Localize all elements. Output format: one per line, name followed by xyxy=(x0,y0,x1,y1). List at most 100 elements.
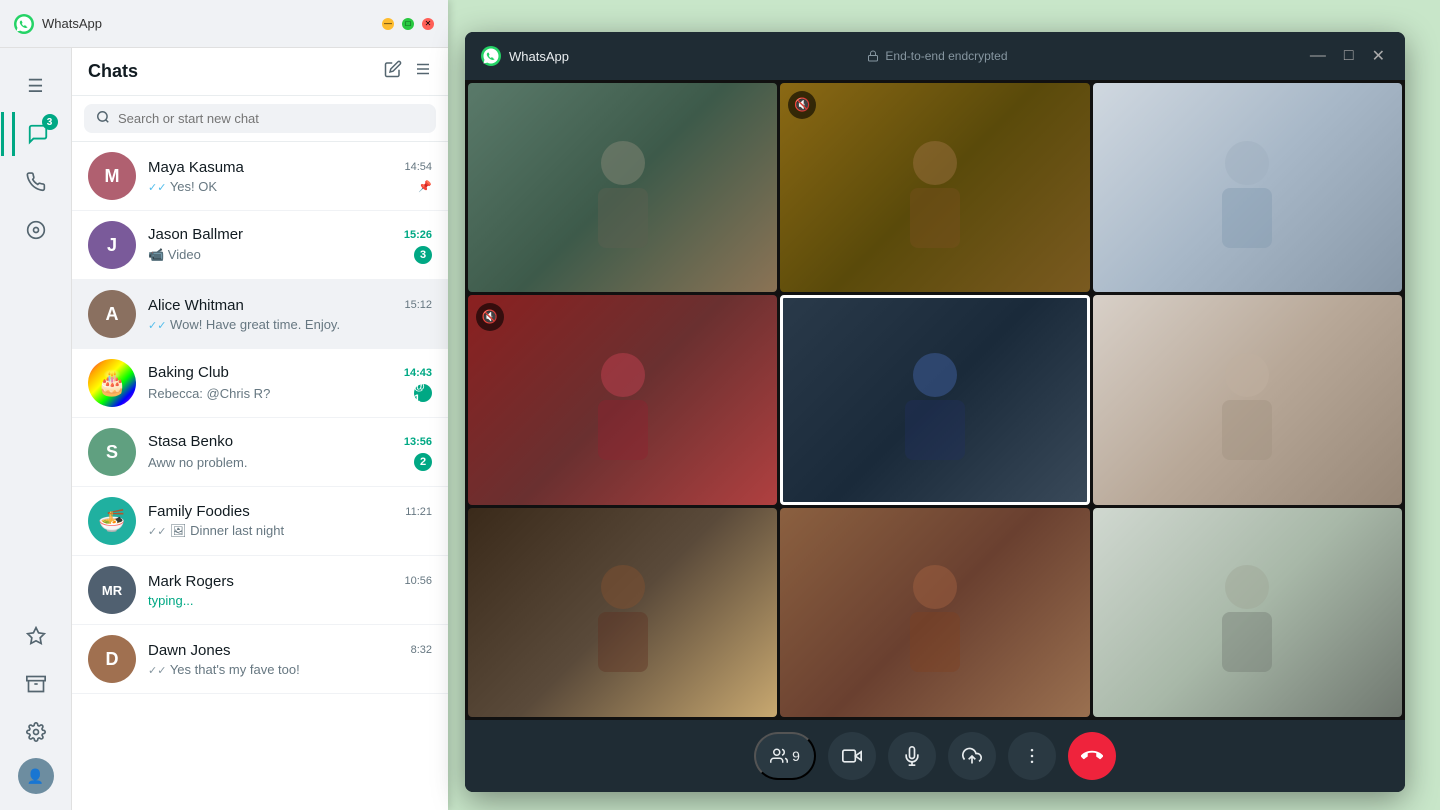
chat-item-maya[interactable]: M Maya Kasuma 14:54 ✓✓ Yes! OK 📌 xyxy=(72,142,448,211)
chat-time-maya: 14:54 xyxy=(404,161,432,173)
chat-preview-mark: typing... xyxy=(148,593,194,608)
video-cell-1 xyxy=(468,83,777,292)
window-controls: — □ ✕ xyxy=(382,18,434,30)
microphone-button[interactable] xyxy=(888,732,936,780)
chat-info-stasa: Stasa Benko 13:56 Aww no problem. 2 xyxy=(148,433,432,471)
chat-info-family: Family Foodies 11:21 ✓✓ 🖼 Dinner last ni… xyxy=(148,503,432,539)
chat-list: M Maya Kasuma 14:54 ✓✓ Yes! OK 📌 J xyxy=(72,142,448,810)
chat-item-stasa[interactable]: S Stasa Benko 13:56 Aww no problem. 2 xyxy=(72,418,448,487)
video-cell-8 xyxy=(780,508,1089,717)
search-input-wrap[interactable] xyxy=(84,104,436,133)
video-controls-bar: 9 xyxy=(465,720,1405,792)
chat-info-mark: Mark Rogers 10:56 typing... xyxy=(148,573,432,608)
chat-item-jason[interactable]: J Jason Ballmer 15:26 📹 Video 3 xyxy=(72,211,448,280)
participants-button[interactable]: 9 xyxy=(754,732,816,780)
chat-info-maya: Maya Kasuma 14:54 ✓✓ Yes! OK 📌 xyxy=(148,159,432,194)
filter-icon[interactable] xyxy=(414,60,432,83)
video-toggle-button[interactable] xyxy=(828,732,876,780)
video-grid: 🔇 🔇 xyxy=(465,80,1405,720)
chat-name-stasa: Stasa Benko xyxy=(148,433,233,450)
sidebar-item-starred[interactable] xyxy=(14,614,58,658)
chat-name-maya: Maya Kasuma xyxy=(148,159,244,176)
search-input[interactable] xyxy=(118,111,424,126)
chat-name-jason: Jason Ballmer xyxy=(148,226,243,243)
sidebar-item-chats[interactable]: 3 xyxy=(12,112,60,156)
video-cell-9 xyxy=(1093,508,1402,717)
chat-panel-header: Chats xyxy=(72,48,448,96)
chat-info-baking: Baking Club 14:43 Rebecca: @Chris R? @ 1 xyxy=(148,364,432,402)
chat-item-family[interactable]: 🍜 Family Foodies 11:21 ✓✓ 🖼 Dinner last … xyxy=(72,487,448,556)
video-call-window: WhatsApp End-to-end endcrypted — □ ✕ xyxy=(465,32,1405,792)
unread-badge-stasa: 2 xyxy=(414,453,432,471)
avatar-maya: M xyxy=(88,152,136,200)
avatar-mark: MR xyxy=(88,566,136,614)
participant-tile-3 xyxy=(1093,83,1402,292)
chat-name-alice: Alice Whitman xyxy=(148,297,244,314)
chat-time-baking: 14:43 xyxy=(404,367,432,379)
chat-item-mark[interactable]: MR Mark Rogers 10:56 typing... xyxy=(72,556,448,625)
chat-header-icons xyxy=(384,60,432,83)
whatsapp-logo-icon xyxy=(14,14,34,34)
whatsapp-main-window: WhatsApp — □ ✕ ☰ 3 👤 xyxy=(0,0,448,810)
video-cell-2: 🔇 xyxy=(780,83,1089,292)
video-cell-7 xyxy=(468,508,777,717)
chat-time-alice: 15:12 xyxy=(404,299,432,311)
chat-item-baking[interactable]: 🎂 Baking Club 14:43 Rebecca: @Chris R? @… xyxy=(72,349,448,418)
end-call-button[interactable] xyxy=(1068,732,1116,780)
screen-share-button[interactable] xyxy=(948,732,996,780)
video-minimize-button[interactable]: — xyxy=(1306,42,1330,70)
chat-item-dawn[interactable]: D Dawn Jones 8:32 ✓✓ Yes that's my fave … xyxy=(72,625,448,694)
avatar-dawn: D xyxy=(88,635,136,683)
video-encryption-label: End-to-end endcrypted xyxy=(867,49,1007,63)
video-title-left: WhatsApp xyxy=(481,46,569,66)
participant-tile-8 xyxy=(780,508,1089,717)
new-chat-icon[interactable] xyxy=(384,60,402,83)
chat-name-mark: Mark Rogers xyxy=(148,573,234,590)
avatar-family: 🍜 xyxy=(88,497,136,545)
avatar-stasa: S xyxy=(88,428,136,476)
chat-name-baking: Baking Club xyxy=(148,364,229,381)
close-button[interactable]: ✕ xyxy=(422,18,434,30)
participant-tile-7 xyxy=(468,508,777,717)
sidebar-item-archived[interactable] xyxy=(14,662,58,706)
chats-title: Chats xyxy=(88,61,138,82)
chat-time-dawn: 8:32 xyxy=(411,644,432,656)
avatar-jason: J xyxy=(88,221,136,269)
chat-preview-family: ✓✓ 🖼 Dinner last night xyxy=(148,523,284,539)
participant-tile-4 xyxy=(468,295,777,504)
minimize-button[interactable]: — xyxy=(382,18,394,30)
chat-info-dawn: Dawn Jones 8:32 ✓✓ Yes that's my fave to… xyxy=(148,642,432,677)
chat-name-family: Family Foodies xyxy=(148,503,250,520)
video-close-button[interactable]: ✕ xyxy=(1368,42,1389,70)
maximize-button[interactable]: □ xyxy=(402,18,414,30)
more-options-button[interactable] xyxy=(1008,732,1056,780)
chat-item-alice[interactable]: A Alice Whitman 15:12 ✓✓ Wow! Have great… xyxy=(72,280,448,349)
sidebar-item-status[interactable] xyxy=(14,208,58,252)
chat-preview-baking: Rebecca: @Chris R? xyxy=(148,386,270,401)
video-window-controls: — □ ✕ xyxy=(1306,42,1389,70)
participant-tile-1 xyxy=(468,83,777,292)
pin-icon-maya: 📌 xyxy=(418,180,432,193)
video-title-bar: WhatsApp End-to-end endcrypted — □ ✕ xyxy=(465,32,1405,80)
sidebar-item-calls[interactable] xyxy=(14,160,58,204)
search-icon xyxy=(96,110,110,127)
participant-tile-2 xyxy=(780,83,1089,292)
chat-preview-maya: ✓✓ Yes! OK xyxy=(148,179,217,194)
chat-preview-dawn: ✓✓ Yes that's my fave too! xyxy=(148,662,300,677)
chats-badge: 3 xyxy=(42,114,58,130)
search-bar xyxy=(72,96,448,142)
chat-info-jason: Jason Ballmer 15:26 📹 Video 3 xyxy=(148,226,432,264)
chat-panel: Chats M xyxy=(72,48,448,810)
participant-tile-5 xyxy=(780,295,1089,504)
avatar-baking: 🎂 xyxy=(88,359,136,407)
participant-tile-9 xyxy=(1093,508,1402,717)
sidebar-avatar[interactable]: 👤 xyxy=(18,758,54,794)
sidebar-hamburger[interactable]: ☰ xyxy=(14,64,58,108)
video-cell-3 xyxy=(1093,83,1402,292)
video-maximize-button[interactable]: □ xyxy=(1340,42,1358,70)
chat-time-mark: 10:56 xyxy=(404,575,432,587)
chat-time-jason: 15:26 xyxy=(404,229,432,241)
sidebar-item-settings[interactable] xyxy=(14,710,58,754)
encryption-text: End-to-end endcrypted xyxy=(885,49,1007,63)
chat-preview-jason: 📹 Video xyxy=(148,247,201,263)
